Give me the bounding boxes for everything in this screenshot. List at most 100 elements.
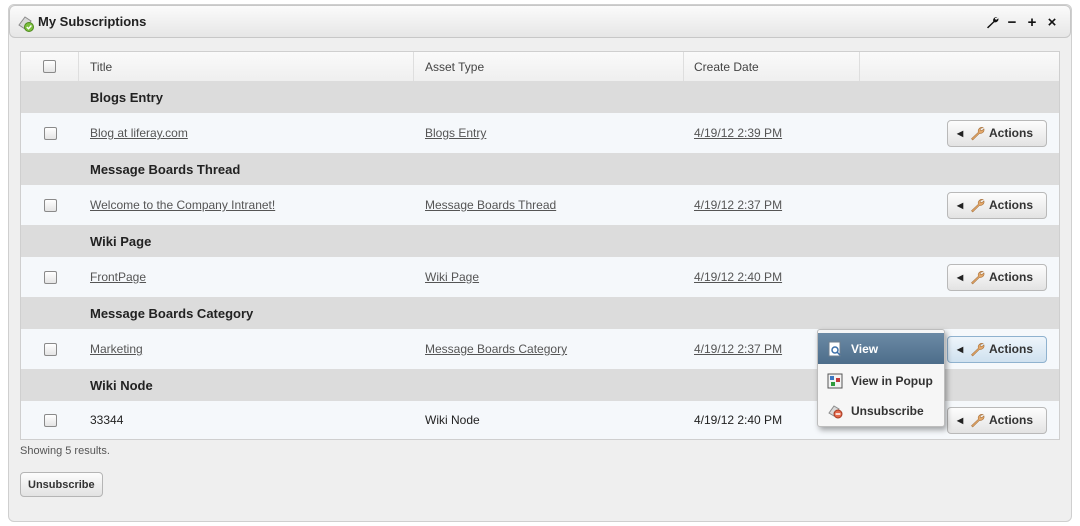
portlet-title: My Subscriptions	[38, 14, 147, 29]
title-link[interactable]: Welcome to the Company Intranet!	[90, 198, 275, 212]
title-cell: Welcome to the Company Intranet!	[79, 185, 414, 225]
title-link[interactable]: FrontPage	[90, 270, 146, 284]
group-label: Message Boards Thread	[90, 161, 241, 177]
row-check-cell	[21, 329, 79, 369]
actions-label: Actions	[989, 198, 1034, 212]
column-header-actions	[860, 52, 1059, 81]
create-date-link[interactable]: 4/19/12 2:37 PM	[694, 342, 782, 356]
create-date-cell: 4/19/12 2:40 PM	[684, 257, 860, 297]
title-cell: Blog at liferay.com	[79, 113, 414, 153]
row-check-cell	[21, 185, 79, 225]
group-label: Wiki Page	[90, 233, 152, 249]
actions-cell: ◀ Actions	[860, 257, 1059, 297]
asset-type-cell: Wiki Node	[414, 401, 684, 439]
row-check-cell	[21, 257, 79, 297]
create-date-cell: 4/19/12 2:39 PM	[684, 113, 860, 153]
wrench-icon	[971, 271, 985, 285]
triangle-left-icon: ◀	[957, 344, 964, 354]
column-header-title[interactable]: Title	[79, 52, 414, 81]
title-cell: Marketing	[79, 329, 414, 369]
menu-item-label: View in Popup	[851, 373, 933, 388]
actions-label: Actions	[989, 413, 1034, 427]
title-text: 33344	[90, 413, 124, 427]
view-page-icon	[828, 341, 841, 356]
title-cell: FrontPage	[79, 257, 414, 297]
triangle-left-icon: ◀	[957, 128, 964, 138]
asset-type-link[interactable]: Blogs Entry	[425, 126, 486, 140]
wrench-icon	[971, 199, 985, 213]
group-row: Wiki Page	[21, 226, 1059, 257]
table-row: Blog at liferay.com Blogs Entry 4/19/12 …	[21, 113, 1059, 154]
group-label: Message Boards Category	[90, 305, 254, 321]
asset-type-cell: Blogs Entry	[414, 113, 684, 153]
create-date-link[interactable]: 4/19/12 2:37 PM	[694, 198, 782, 212]
row-checkbox[interactable]	[43, 413, 57, 427]
table-row: Welcome to the Company Intranet! Message…	[21, 185, 1059, 226]
row-checkbox[interactable]	[43, 342, 57, 356]
wrench-icon	[971, 343, 985, 357]
actions-label: Actions	[989, 270, 1034, 284]
menu-item-view[interactable]: View	[818, 333, 944, 364]
close-button[interactable]: ×	[1044, 12, 1060, 32]
group-row: Message Boards Category	[21, 298, 1059, 329]
column-header-create-date[interactable]: Create Date	[684, 52, 860, 81]
asset-type-link[interactable]: Message Boards Thread	[425, 198, 556, 212]
popup-icon	[827, 373, 843, 388]
actions-label: Actions	[989, 342, 1034, 356]
asset-type-cell: Message Boards Category	[414, 329, 684, 369]
triangle-left-icon: ◀	[957, 415, 964, 425]
row-checkbox[interactable]	[43, 270, 57, 284]
group-check-cell	[21, 298, 79, 328]
column-header-asset-type[interactable]: Asset Type	[414, 52, 684, 81]
row-checkbox[interactable]	[43, 126, 57, 140]
actions-button[interactable]: ◀ Actions	[947, 191, 1047, 219]
actions-button[interactable]: ◀ Actions	[947, 119, 1047, 147]
configuration-wrench-icon[interactable]	[984, 12, 1000, 32]
row-check-cell	[21, 113, 79, 153]
menu-item-view-in-popup[interactable]: View in Popup	[818, 365, 944, 396]
create-date-text: 4/19/12 2:40 PM	[694, 413, 783, 427]
minimize-button[interactable]: −	[1004, 12, 1020, 32]
unsubscribe-icon	[828, 404, 843, 418]
wrench-icon	[971, 414, 985, 428]
title-cell: 33344	[79, 401, 414, 439]
actions-menu: View View in Popup Unsubscribe	[817, 329, 945, 427]
subscriptions-icon	[18, 16, 34, 32]
triangle-left-icon: ◀	[957, 272, 964, 282]
create-date-link[interactable]: 4/19/12 2:39 PM	[694, 126, 782, 140]
results-count: Showing 5 results.	[20, 445, 110, 457]
menu-item-unsubscribe[interactable]: Unsubscribe	[818, 395, 944, 426]
actions-cell: ◀ Actions	[860, 113, 1059, 153]
table-header-row: Title Asset Type Create Date	[21, 52, 1059, 82]
group-check-cell	[21, 82, 79, 112]
portlet-controls: − + ×	[984, 12, 1060, 32]
actions-button[interactable]: ◀ Actions	[947, 335, 1047, 363]
portlet-header: My Subscriptions − + ×	[9, 5, 1071, 38]
actions-button[interactable]: ◀ Actions	[947, 406, 1047, 434]
maximize-button[interactable]: +	[1024, 12, 1040, 32]
table-row: FrontPage Wiki Page 4/19/12 2:40 PM ◀ Ac…	[21, 257, 1059, 298]
asset-type-cell: Wiki Page	[414, 257, 684, 297]
unsubscribe-button[interactable]: Unsubscribe	[20, 472, 103, 497]
group-check-cell	[21, 154, 79, 184]
wrench-icon	[971, 127, 985, 141]
row-check-cell	[21, 401, 79, 439]
actions-label: Actions	[989, 126, 1034, 140]
actions-cell: ◀ Actions	[860, 185, 1059, 225]
select-all-checkbox[interactable]	[43, 60, 56, 73]
asset-type-cell: Message Boards Thread	[414, 185, 684, 225]
title-link[interactable]: Blog at liferay.com	[90, 126, 188, 140]
asset-type-link[interactable]: Message Boards Category	[425, 342, 567, 356]
subscriptions-portlet: My Subscriptions − + × Title Asset Type …	[8, 4, 1072, 522]
group-check-cell	[21, 226, 79, 256]
triangle-left-icon: ◀	[957, 200, 964, 210]
menu-item-label: View	[851, 341, 879, 356]
create-date-link[interactable]: 4/19/12 2:40 PM	[694, 270, 782, 284]
menu-item-label: Unsubscribe	[851, 403, 924, 418]
asset-type-link[interactable]: Wiki Page	[425, 270, 479, 284]
group-row: Blogs Entry	[21, 82, 1059, 113]
row-checkbox[interactable]	[43, 198, 57, 212]
title-link[interactable]: Marketing	[90, 342, 143, 356]
actions-button[interactable]: ◀ Actions	[947, 263, 1047, 291]
header-check-cell	[21, 52, 79, 81]
